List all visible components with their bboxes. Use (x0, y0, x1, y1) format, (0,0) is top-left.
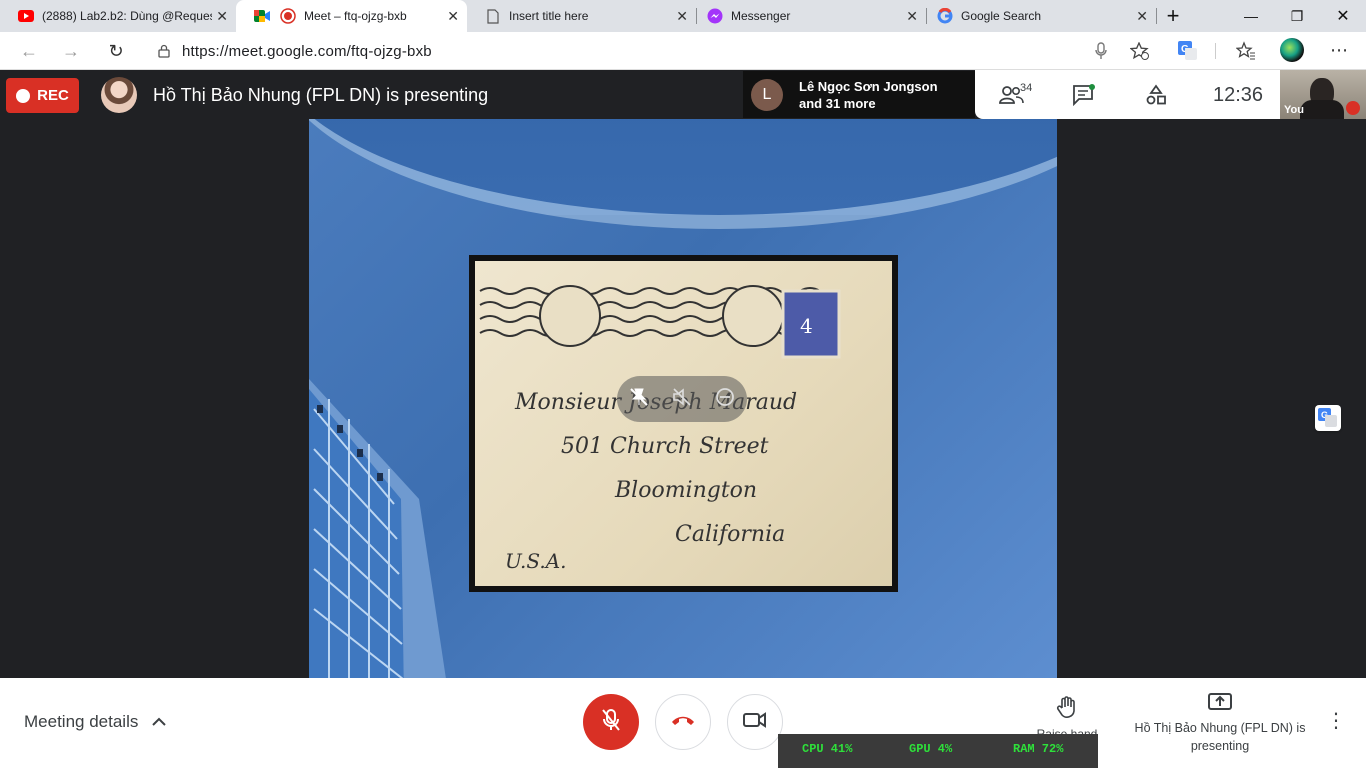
tab-meet[interactable]: Meet – ftq-ojzg-bxb ✕ (236, 0, 467, 32)
camera-toggle-button[interactable] (727, 694, 783, 750)
presentation-status-button[interactable]: Hồ Thị Bảo Nhung (FPL DN) is presenting (1130, 692, 1310, 755)
address-country: U.S.A. (505, 549, 567, 573)
self-view-tile[interactable]: You (1280, 70, 1366, 119)
microphone-icon[interactable] (1094, 42, 1108, 65)
speaker-more: and 31 more (799, 95, 876, 111)
settings-more-icon[interactable]: ⋯ (1330, 40, 1348, 61)
present-screen-icon (1208, 692, 1232, 717)
youtube-icon (18, 8, 34, 24)
close-tab-icon[interactable]: ✕ (1136, 8, 1148, 24)
present-info-label: Hồ Thị Bảo Nhung (FPL DN) is presenting (1134, 721, 1306, 753)
meeting-details-label: Meeting details (24, 712, 139, 731)
rec-label: REC (37, 87, 69, 104)
ram-usage: RAM 72% (1013, 742, 1064, 756)
leave-call-button[interactable] (655, 694, 711, 750)
address-line: California (675, 522, 786, 547)
presenting-title: Hồ Thị Bảo Nhung (FPL DN) is presenting (153, 85, 489, 105)
performance-overlay: CPU 41% GPU 4% RAM 72% (778, 734, 1098, 768)
more-options-button[interactable]: ⋮ (1326, 708, 1346, 733)
tab-youtube[interactable]: (2888) Lab2.b2: Dùng @Request ✕ (0, 0, 236, 32)
self-label: You (1284, 104, 1304, 116)
activities-icon[interactable] (1143, 82, 1169, 108)
presentation-slide: 4 Monsieur Joseph Maraud 501 Church Stre… (309, 119, 1057, 679)
omnibox[interactable]: https://meet.google.com/ftq-ojzg-bxb (146, 35, 1161, 67)
reload-button[interactable]: ↻ (101, 36, 131, 66)
envelope-image: 4 Monsieur Joseph Maraud 501 Church Stre… (469, 255, 898, 592)
meet-icon (254, 8, 270, 24)
building-graphic (309, 379, 446, 679)
favorites-icon[interactable] (1235, 41, 1256, 66)
speaker-avatar: L (751, 78, 783, 111)
presentation-overlay-controls (617, 376, 747, 422)
remove-icon[interactable] (715, 387, 735, 412)
meet-right-controls: 34 12:36 (975, 70, 1280, 119)
unpin-icon[interactable] (629, 387, 649, 412)
address-line: Bloomington (615, 478, 758, 503)
meeting-details-button[interactable]: Meeting details (24, 712, 167, 732)
tab-messenger[interactable]: Messenger ✕ (697, 0, 926, 32)
tab-google-search[interactable]: Google Search ✕ (927, 0, 1156, 32)
hang-up-icon (670, 713, 696, 732)
forward-button[interactable]: → (56, 36, 86, 66)
address-line: 501 Church Street (561, 434, 769, 459)
close-tab-icon[interactable]: ✕ (216, 8, 228, 24)
page-icon (485, 8, 501, 24)
active-speaker-tile[interactable]: L Lê Ngọc Sơn Jongson and 31 more (743, 71, 975, 118)
camera-icon (743, 711, 767, 734)
speaker-name: Lê Ngọc Sơn Jongson (799, 78, 938, 94)
translate-extension-icon[interactable]: G (1315, 405, 1341, 431)
close-tab-icon[interactable]: ✕ (906, 8, 918, 24)
restore-button[interactable]: ❐ (1274, 0, 1320, 32)
meeting-clock: 12:36 (1213, 84, 1264, 106)
tab-title: Google Search (961, 9, 1042, 23)
url-text[interactable]: https://meet.google.com/ftq-ojzg-bxb (182, 43, 432, 60)
record-dot-icon (16, 88, 31, 103)
tab-title: Messenger (731, 9, 791, 23)
tab-title: Insert title here (509, 9, 589, 23)
google-icon (937, 8, 953, 24)
address-bar-row: ← → ↻ https://meet.google.com/ftq-ojzg-b… (0, 32, 1366, 70)
svg-text:4: 4 (800, 314, 813, 338)
translate-icon[interactable]: G (1178, 41, 1198, 66)
people-count: 34 (1020, 82, 1033, 94)
back-button[interactable]: ← (14, 36, 44, 66)
mic-off-icon (601, 708, 621, 737)
add-favorite-icon[interactable] (1129, 41, 1150, 65)
tab-title: Meet – ftq-ojzg-bxb (304, 9, 407, 23)
tab-title: (2888) Lab2.b2: Dùng @Request (42, 9, 212, 23)
gpu-usage: GPU 4% (909, 742, 953, 756)
muted-mic-icon (1346, 101, 1360, 115)
lock-icon (158, 44, 170, 58)
mute-audio-icon[interactable] (672, 387, 692, 412)
meet-top-bar: REC Hồ Thị Bảo Nhung (FPL DN) is present… (0, 70, 1366, 119)
meet-stage: REC Hồ Thị Bảo Nhung (FPL DN) is present… (0, 70, 1366, 679)
close-window-button[interactable]: ✕ (1320, 0, 1366, 32)
messenger-icon (707, 8, 723, 24)
cpu-usage: CPU 41% (802, 742, 853, 756)
browser-tab-strip: (2888) Lab2.b2: Dùng @Request ✕ Meet – f… (0, 0, 1366, 32)
minimize-button[interactable]: — (1228, 0, 1274, 32)
recording-indicator-icon (280, 8, 296, 24)
new-tab-button[interactable]: + (1150, 0, 1196, 32)
close-tab-icon[interactable]: ✕ (447, 8, 459, 24)
profile-avatar[interactable] (1280, 38, 1304, 62)
chevron-up-icon (152, 714, 167, 730)
tab-insert-title[interactable]: Insert title here ✕ (467, 0, 696, 32)
meet-bottom-bar: Meeting details Raise hand Hồ Thị Bảo Nh… (0, 678, 1366, 768)
chat-icon[interactable] (1071, 82, 1097, 108)
close-tab-icon[interactable]: ✕ (676, 8, 688, 24)
recording-badge: REC (6, 78, 79, 113)
microphone-toggle-button[interactable] (583, 694, 639, 750)
presenter-avatar (101, 77, 137, 113)
hand-icon (1056, 696, 1078, 723)
